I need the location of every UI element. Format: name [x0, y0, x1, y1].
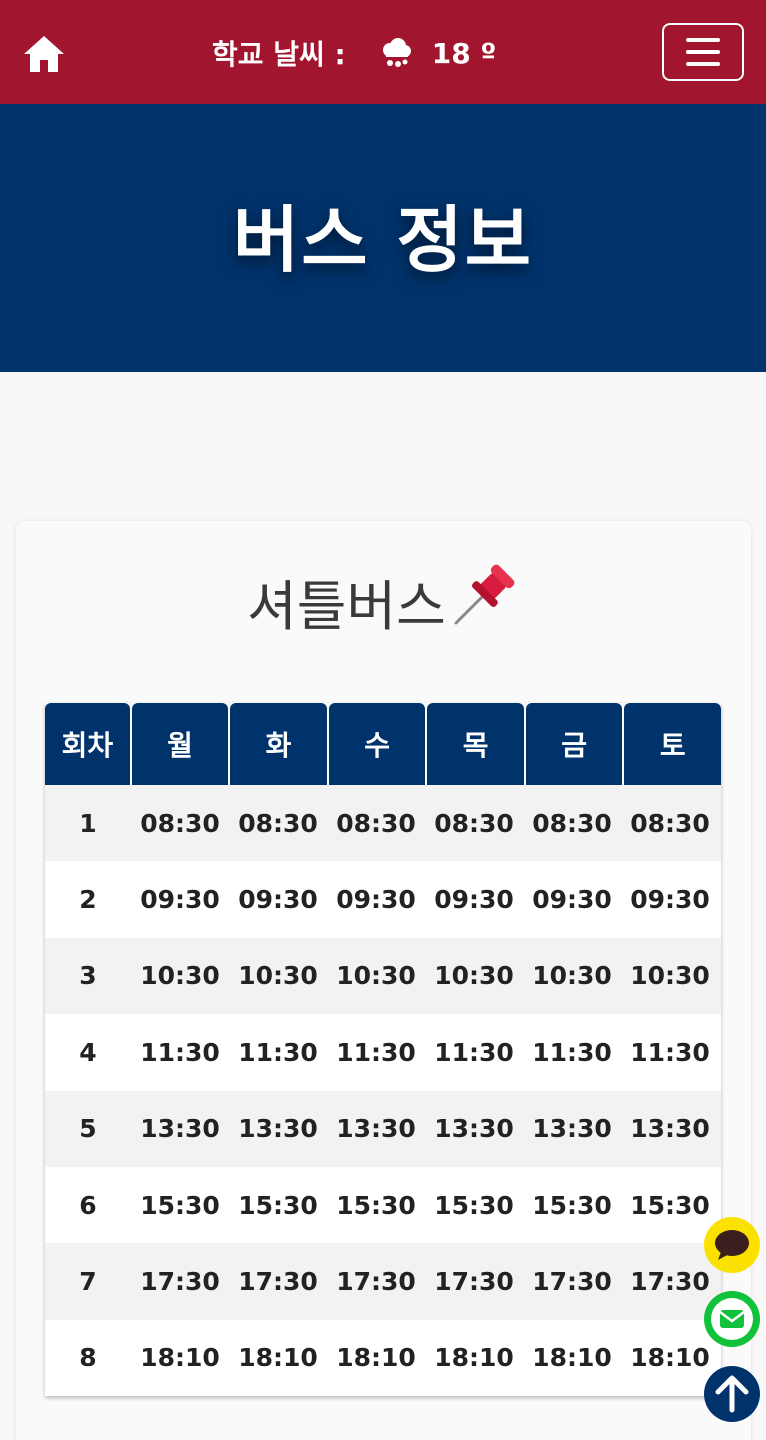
round-number-cell: 1 — [79, 808, 97, 838]
column-header-round: 회차 — [45, 703, 130, 785]
column-header-sat: 토 — [624, 703, 721, 785]
table-row: 8 18:10 18:10 18:10 18:10 18:10 18:10 — [45, 1319, 721, 1397]
cloud-rain-icon — [380, 38, 412, 68]
departure-time-cell: 15:30 — [336, 1190, 416, 1220]
home-icon — [24, 36, 64, 72]
round-number-cell: 7 — [79, 1267, 97, 1297]
table-row: 5 13:30 13:30 13:30 13:30 13:30 13:30 — [45, 1090, 721, 1167]
departure-time-cell: 11:30 — [140, 1037, 220, 1067]
departure-time-cell: 18:10 — [140, 1343, 220, 1373]
departure-time-cell: 15:30 — [238, 1190, 318, 1220]
departure-time-cell: 08:30 — [336, 808, 416, 838]
round-number-cell: 6 — [79, 1190, 97, 1220]
departure-time-cell: 15:30 — [434, 1190, 514, 1220]
departure-time-cell: 17:30 — [140, 1267, 220, 1297]
table-header-row: 회차 월 화 수 목 금 토 — [45, 703, 721, 785]
hamburger-menu-icon-bar — [686, 62, 720, 66]
top-navbar: 학교 날씨 : 18 º — [0, 0, 766, 104]
round-number-cell: 5 — [79, 1114, 97, 1144]
departure-time-cell: 10:30 — [532, 961, 612, 991]
departure-time-cell: 11:30 — [336, 1037, 416, 1067]
page-hero: 버스 정보 — [0, 104, 766, 372]
home-button[interactable] — [20, 32, 68, 76]
hamburger-menu-icon — [686, 38, 720, 42]
departure-time-cell: 08:30 — [532, 808, 612, 838]
weather-widget: 학교 날씨 : 18 º — [212, 30, 496, 76]
column-header-wed: 수 — [328, 703, 426, 785]
shuttle-timetable: 회차 월 화 수 목 금 토 1 08:30 08:30 08:30 08:30 08:3… — [45, 703, 721, 1397]
table-row: 4 11:30 11:30 11:30 11:30 11:30 11:30 — [45, 1014, 721, 1091]
column-header-thu: 목 — [427, 703, 524, 785]
table-row: 3 10:30 10:30 10:30 10:30 10:30 10:30 — [45, 937, 721, 1015]
departure-time-cell: 09:30 — [140, 885, 220, 915]
menu-toggle-button[interactable] — [662, 23, 744, 81]
departure-time-cell: 17:30 — [434, 1267, 514, 1297]
departure-time-cell: 18:10 — [532, 1343, 612, 1373]
departure-time-cell: 15:30 — [630, 1190, 710, 1220]
departure-time-cell: 11:30 — [630, 1037, 710, 1067]
temperature-value: 18 º — [431, 36, 497, 70]
departure-time-cell: 10:30 — [630, 961, 710, 991]
table-body: 1 08:30 08:30 08:30 08:30 08:30 08:30 2 09:30 09:… — [45, 785, 721, 1397]
departure-time-cell: 17:30 — [532, 1267, 612, 1297]
departure-time-cell: 10:30 — [336, 961, 416, 991]
departure-time-cell: 11:30 — [532, 1037, 612, 1067]
departure-time-cell: 10:30 — [238, 961, 318, 991]
table-row: 1 08:30 08:30 08:30 08:30 08:30 08:30 — [45, 785, 721, 862]
column-header-fri: 금 — [525, 703, 623, 785]
departure-time-cell: 13:30 — [238, 1114, 318, 1144]
scroll-top-button[interactable] — [704, 1366, 760, 1422]
column-header-mon: 월 — [131, 703, 229, 785]
departure-time-cell: 09:30 — [630, 885, 710, 915]
departure-time-cell: 08:30 — [434, 808, 514, 838]
shuttle-bus-card: 셔틀버스 회차 월 화 수 목 금 토 1 08:30 08:30 08:30 08:3… — [16, 521, 751, 1440]
departure-time-cell: 08:30 — [140, 808, 220, 838]
round-number-cell: 2 — [79, 885, 97, 915]
departure-time-cell: 10:30 — [140, 961, 220, 991]
departure-time-cell: 18:10 — [434, 1343, 514, 1373]
chat-button[interactable] — [704, 1217, 760, 1273]
departure-time-cell: 17:30 — [238, 1267, 318, 1297]
departure-time-cell: 13:30 — [532, 1114, 612, 1144]
hamburger-menu-icon-bar — [686, 50, 720, 54]
chat-bubble-icon — [715, 1230, 749, 1260]
departure-time-cell: 11:30 — [238, 1037, 318, 1067]
departure-time-cell: 10:30 — [434, 961, 514, 991]
round-number-cell: 4 — [79, 1037, 97, 1067]
mail-button[interactable] — [704, 1291, 760, 1347]
departure-time-cell: 13:30 — [630, 1114, 710, 1144]
pushpin-icon — [450, 561, 520, 642]
departure-time-cell: 09:30 — [434, 885, 514, 915]
round-number-cell: 3 — [79, 961, 97, 991]
departure-time-cell: 09:30 — [336, 885, 416, 915]
departure-time-cell: 15:30 — [140, 1190, 220, 1220]
departure-time-cell: 08:30 — [238, 808, 318, 838]
column-header-tue: 화 — [230, 703, 327, 785]
weather-label: 학교 날씨 : — [212, 38, 346, 71]
departure-time-cell: 13:30 — [434, 1114, 514, 1144]
round-number-cell: 8 — [79, 1343, 97, 1373]
departure-time-cell: 11:30 — [434, 1037, 514, 1067]
departure-time-cell: 09:30 — [238, 885, 318, 915]
card-title-text: 셔틀버스 — [247, 575, 446, 638]
page-title: 버스 정보 — [232, 197, 534, 282]
table-row: 2 09:30 09:30 09:30 09:30 09:30 09:30 — [45, 861, 721, 938]
departure-time-cell: 15:30 — [532, 1190, 612, 1220]
card-title: 셔틀버스 — [16, 561, 751, 642]
departure-time-cell: 13:30 — [336, 1114, 416, 1144]
departure-time-cell: 13:30 — [140, 1114, 220, 1144]
table-row: 7 17:30 17:30 17:30 17:30 17:30 17:30 — [45, 1243, 721, 1320]
departure-time-cell: 17:30 — [336, 1267, 416, 1297]
departure-time-cell: 18:10 — [336, 1343, 416, 1373]
departure-time-cell: 09:30 — [532, 885, 612, 915]
table-row: 6 15:30 15:30 15:30 15:30 15:30 15:30 — [45, 1166, 721, 1244]
departure-time-cell: 08:30 — [630, 808, 710, 838]
arrow-up-icon — [715, 1375, 749, 1413]
envelope-icon — [711, 1298, 753, 1340]
departure-time-cell: 18:10 — [238, 1343, 318, 1373]
